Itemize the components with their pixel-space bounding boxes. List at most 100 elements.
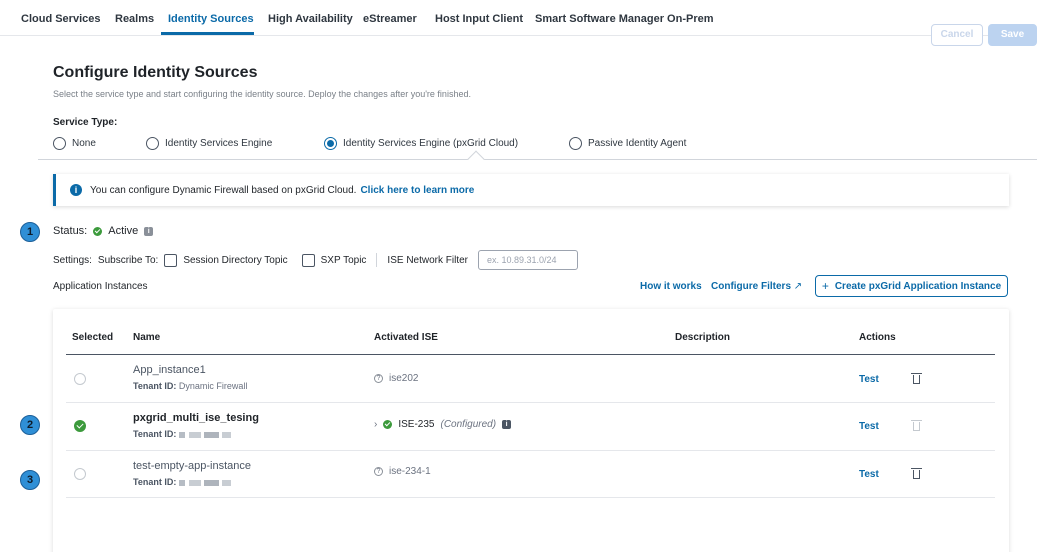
redacted-tenant-value	[178, 479, 231, 486]
banner-text: You can configure Dynamic Firewall based…	[90, 184, 357, 196]
column-header-description: Description	[675, 332, 731, 343]
trash-icon	[911, 420, 922, 431]
row-select-radio[interactable]	[74, 373, 86, 385]
instance-name: pxgrid_multi_ise_tesing	[133, 412, 259, 424]
ise-network-filter-input[interactable]	[478, 250, 578, 270]
tenant-value: Dynamic Firewall	[178, 381, 248, 391]
callout-1: 1	[20, 222, 40, 242]
question-icon: ?	[374, 374, 383, 383]
sxp-topic-checkbox[interactable]	[301, 253, 315, 267]
redacted-tenant-value	[178, 431, 231, 438]
tenant-id: Tenant ID:	[133, 429, 231, 439]
test-link[interactable]: Test	[859, 469, 879, 480]
info-icon[interactable]: i	[502, 420, 512, 429]
plus-icon: +	[821, 279, 829, 293]
radio-label: Identity Services Engine	[165, 138, 273, 149]
ise-status: (Configured)	[440, 419, 497, 430]
top-nav: Cloud Services Realms Identity Sources H…	[0, 0, 1037, 36]
configure-filters-link[interactable]: Configure Filters ↗	[711, 281, 802, 292]
row-divider	[66, 450, 995, 451]
activated-ise: ? ise202	[374, 373, 418, 384]
tenant-label: Tenant ID:	[133, 477, 177, 487]
cancel-button[interactable]: Cancel	[931, 24, 983, 46]
tenant-label: Tenant ID:	[133, 381, 177, 391]
tab-host-input-client[interactable]: Host Input Client	[435, 13, 523, 25]
selection-pointer	[467, 150, 485, 168]
radio-icon	[146, 137, 159, 150]
settings-label: Settings:	[53, 254, 92, 266]
question-icon: ?	[374, 467, 383, 476]
service-type-label: Service Type:	[53, 117, 118, 128]
row-divider	[66, 402, 995, 403]
application-instances-title: Application Instances	[53, 281, 148, 292]
status-value: Active	[108, 225, 139, 237]
column-header-activated-ise: Activated ISE	[374, 332, 438, 343]
radio-label: Passive Identity Agent	[588, 138, 687, 149]
create-pxgrid-instance-button[interactable]: + Create pxGrid Application Instance	[815, 275, 1008, 297]
tenant-id: Tenant ID:	[133, 477, 231, 487]
ise-name: ise202	[389, 373, 419, 384]
save-button[interactable]: Save	[988, 24, 1037, 46]
radio-icon	[53, 137, 66, 150]
tab-smart-software-manager[interactable]: Smart Software Manager On-Prem	[535, 13, 714, 25]
sxp-topic-label: SXP Topic	[320, 254, 367, 266]
tab-estreamer[interactable]: eStreamer	[363, 13, 417, 25]
callout-3: 3	[20, 470, 40, 490]
column-header-selected: Selected	[72, 332, 114, 343]
trash-icon[interactable]	[911, 373, 922, 384]
tenant-id: Tenant ID: Dynamic Firewall	[133, 381, 247, 391]
tab-high-availability[interactable]: High Availability	[268, 13, 353, 25]
ise-name: ISE-235	[398, 419, 435, 430]
configure-filters-label: Configure Filters	[711, 281, 792, 292]
tab-cloud-services[interactable]: Cloud Services	[21, 13, 100, 25]
info-banner: i You can configure Dynamic Firewall bas…	[53, 174, 1009, 206]
session-directory-label: Session Directory Topic	[183, 254, 288, 266]
check-circle-icon	[93, 226, 103, 236]
radio-label: Identity Services Engine (pxGrid Cloud)	[343, 138, 519, 149]
info-icon: i	[70, 184, 82, 196]
page-title: Configure Identity Sources	[53, 64, 258, 81]
page-subtitle: Select the service type and start config…	[53, 89, 471, 99]
ise-network-filter-label: ISE Network Filter	[387, 254, 468, 266]
external-link-icon: ↗	[793, 281, 803, 292]
service-type-none[interactable]: None	[53, 137, 96, 150]
instance-name: App_instance1	[133, 364, 206, 376]
create-button-label: Create pxGrid Application Instance	[834, 280, 1002, 292]
ise-name: ise-234-1	[389, 466, 431, 477]
settings-row: Settings: Subscribe To: Session Director…	[53, 250, 578, 270]
status-row: Status: Active i	[53, 225, 154, 237]
radio-icon	[569, 137, 582, 150]
activated-ise: ? ise-234-1	[374, 466, 431, 477]
trash-icon[interactable]	[911, 468, 922, 479]
service-type-ise-pxgrid-cloud[interactable]: Identity Services Engine (pxGrid Cloud)	[324, 137, 518, 150]
instance-name: test-empty-app-instance	[133, 460, 251, 472]
activated-ise[interactable]: › ISE-235 (Configured) i	[374, 419, 512, 430]
learn-more-link[interactable]: Click here to learn more	[360, 185, 474, 196]
row-divider	[66, 497, 995, 498]
tab-realms[interactable]: Realms	[115, 13, 154, 25]
radio-label: None	[72, 138, 96, 149]
service-type-passive-identity-agent[interactable]: Passive Identity Agent	[569, 137, 686, 150]
separator	[376, 253, 378, 267]
test-link[interactable]: Test	[859, 421, 879, 432]
tab-identity-sources[interactable]: Identity Sources	[168, 13, 254, 25]
column-header-name: Name	[133, 332, 161, 343]
tenant-label: Tenant ID:	[133, 429, 177, 439]
row-selected-check-icon[interactable]	[74, 420, 86, 432]
radio-selected-icon	[324, 137, 337, 150]
test-link[interactable]: Test	[859, 374, 879, 385]
column-header-actions: Actions	[859, 332, 896, 343]
chevron-right-icon[interactable]: ›	[374, 419, 377, 430]
how-it-works-link[interactable]: How it works	[640, 281, 702, 292]
info-icon[interactable]: i	[144, 226, 154, 236]
table-header-divider	[66, 354, 995, 355]
check-circle-icon	[383, 420, 393, 429]
status-label: Status:	[53, 225, 88, 237]
session-directory-checkbox[interactable]	[164, 253, 178, 267]
row-select-radio[interactable]	[74, 468, 86, 480]
subscribe-label: Subscribe To:	[97, 254, 159, 266]
active-tab-indicator	[161, 32, 254, 35]
service-type-ise[interactable]: Identity Services Engine	[146, 137, 272, 150]
callout-2: 2	[20, 415, 40, 435]
section-divider	[38, 159, 1037, 160]
